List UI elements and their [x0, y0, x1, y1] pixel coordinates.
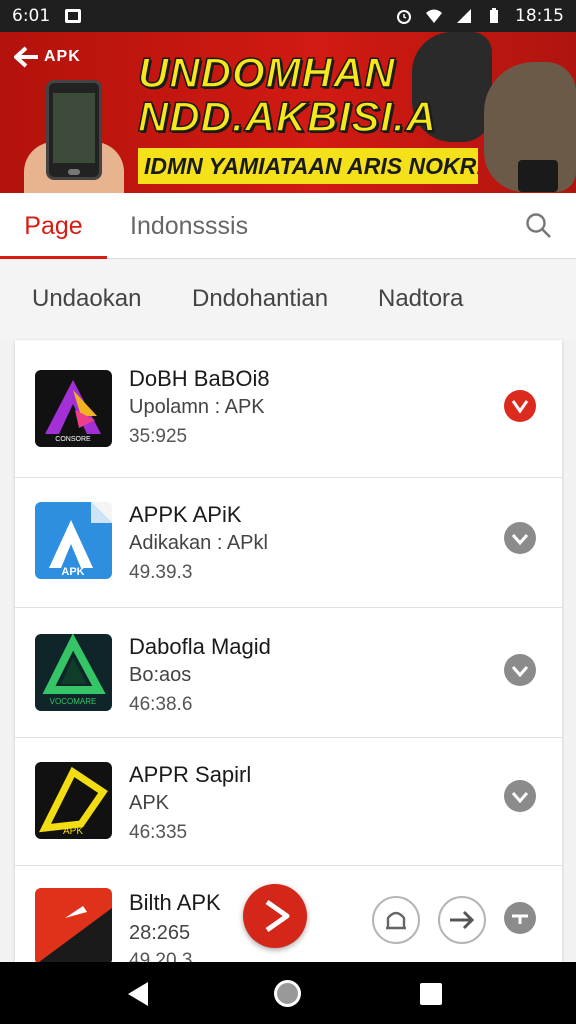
download-icon	[511, 400, 529, 414]
app-subtitle: Bo:aos	[129, 664, 192, 686]
list-item[interactable]: APK APPR Sapirl APK 46:335	[15, 738, 562, 866]
download-button[interactable]	[504, 522, 536, 554]
notification-button[interactable]	[372, 896, 420, 944]
app-icon: CONSORE	[35, 370, 112, 447]
app-title: APPK APiK	[129, 502, 242, 527]
collar-illustration	[518, 160, 558, 192]
bell-icon	[386, 911, 406, 930]
nav-back-icon[interactable]	[126, 980, 150, 1008]
app-size: 49.39.3	[129, 562, 193, 583]
arrow-left-icon	[14, 46, 38, 68]
app-subtitle: Upolamn : APK	[129, 396, 265, 418]
tab-page[interactable]: Page	[0, 193, 107, 259]
download-icon	[511, 666, 529, 678]
alarm-icon	[397, 10, 411, 24]
download-button[interactable]	[504, 780, 536, 812]
app-subtitle: Adikakan : APkl	[129, 532, 268, 554]
promo-banner[interactable]: APK UNDOMHAN NDD.AKBISI.A IDMN YAMIATAAN…	[0, 32, 576, 193]
notification-icon	[65, 9, 82, 23]
category-chip[interactable]: Dndohantian	[192, 285, 328, 313]
app-icon: APK	[35, 762, 112, 839]
app-subtitle: 28:265	[129, 922, 191, 944]
forward-button[interactable]	[438, 896, 486, 944]
minus-icon	[512, 914, 528, 924]
tab-bar: Page Indonsssis	[0, 193, 576, 259]
list-item[interactable]: CONSORE DoBH BaBOi8 Upolamn : APK 35:925	[15, 340, 562, 478]
status-bar: 6:01 18:15	[0, 0, 576, 32]
category-chip[interactable]: Undaokan	[32, 285, 141, 313]
app-icon: VOCOMARE	[35, 634, 112, 711]
category-bar: Undaokan Dndohantian Nadtora	[0, 259, 576, 339]
app-size: 46:335	[129, 822, 188, 843]
app-size: 35:925	[129, 426, 188, 447]
banner-headline-1: UNDOMHAN	[137, 49, 396, 96]
download-button[interactable]	[504, 390, 536, 422]
play-button[interactable]	[243, 884, 307, 948]
svg-text:CONSORE: CONSORE	[55, 436, 91, 443]
app-title: DoBH BaBOi8	[129, 366, 270, 391]
back-label: APK	[44, 48, 81, 65]
back-button[interactable]: APK	[14, 46, 81, 68]
svg-text:APK: APK	[61, 566, 84, 578]
status-time: 6:01	[12, 6, 51, 26]
app-title: Dabofla Magid	[129, 634, 271, 659]
search-icon[interactable]	[524, 211, 552, 239]
list-item[interactable]: APK APPK APiK Adikakan : APkl 49.39.3	[15, 478, 562, 608]
app-title: APPR Sapirl	[129, 762, 252, 787]
play-icon	[265, 899, 290, 933]
nav-recents-icon[interactable]	[420, 983, 442, 1005]
download-icon	[511, 534, 529, 546]
app-subtitle: APK	[129, 792, 170, 814]
system-navbar	[0, 962, 576, 1024]
svg-text:APK: APK	[63, 826, 83, 837]
banner-tagline: IDMN YAMIATAAN ARIS NOKR!	[138, 148, 478, 184]
status-clock: 18:15	[515, 6, 564, 26]
app-size: 46:38.6	[129, 694, 193, 715]
signal-icon	[457, 9, 471, 23]
phone-illustration	[46, 80, 102, 180]
battery-icon	[490, 8, 498, 23]
tab-indonesia[interactable]: Indonsssis	[130, 193, 248, 259]
wifi-icon	[426, 9, 442, 23]
svg-text:VOCOMARE: VOCOMARE	[50, 697, 97, 706]
category-chip[interactable]: Nadtora	[378, 285, 463, 313]
app-title: Bilth APK	[129, 890, 221, 915]
download-button[interactable]	[504, 654, 536, 686]
arrow-right-icon	[450, 910, 475, 930]
app-icon	[35, 888, 112, 965]
download-icon	[511, 792, 529, 804]
app-icon: APK	[35, 502, 112, 579]
list-item[interactable]: VOCOMARE Dabofla Magid Bo:aos 46:38.6	[15, 608, 562, 738]
more-button[interactable]	[504, 902, 536, 934]
banner-headline-2: NDD.AKBISI.A	[137, 93, 438, 140]
nav-home-icon[interactable]	[274, 980, 301, 1007]
